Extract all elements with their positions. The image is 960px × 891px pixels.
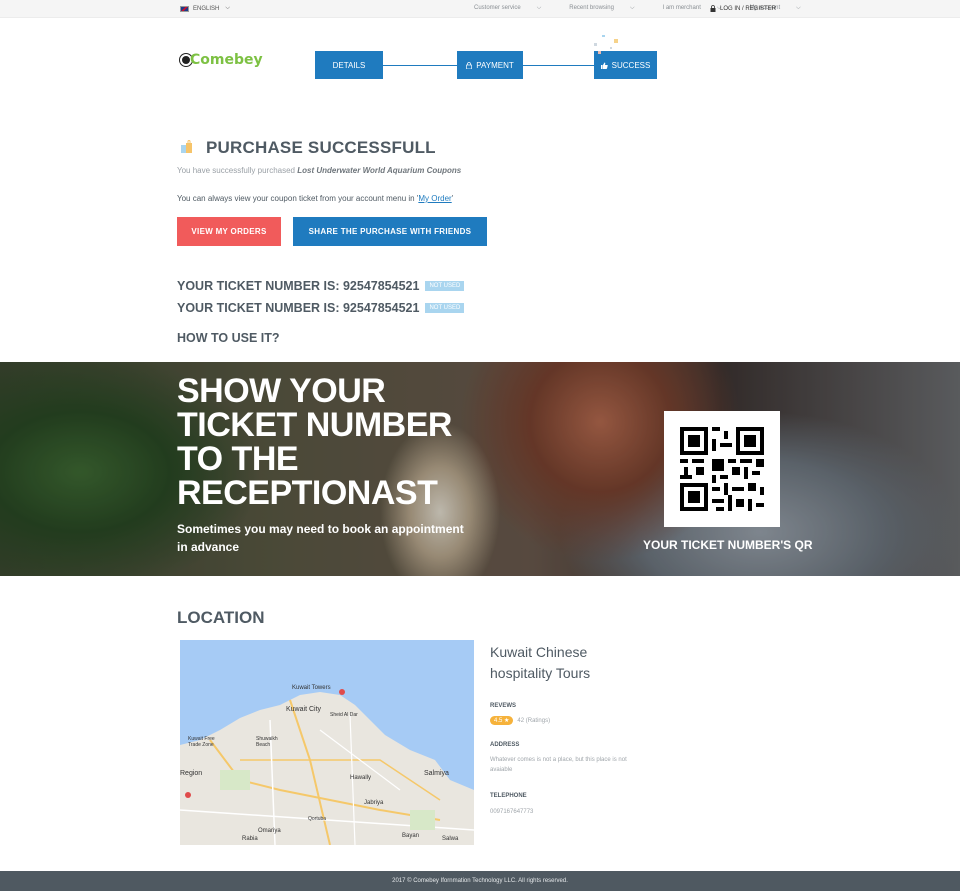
step-details: DETAILS: [315, 51, 383, 79]
copyright-text: 2017 © Comebey Ifornmation Technology LL…: [392, 878, 568, 884]
hero-subtitle: Sometimes you may need to book an appoin…: [177, 522, 464, 554]
map-label: Region: [180, 770, 203, 777]
map-label: Salwa: [442, 836, 459, 842]
comebey-logo[interactable]: Comebey: [180, 52, 263, 68]
language-selector[interactable]: ENGLISH ⌵: [180, 5, 230, 12]
view-my-orders-button[interactable]: VIEW MY ORDERS: [177, 217, 281, 246]
place-name: Kuwait Chinese hospitality Tours: [490, 644, 591, 681]
ticket-row: YOUR TICKET NUMBER IS: 92547854521 NOT U…: [177, 301, 465, 315]
location-map[interactable]: Kuwait Towers Kuwait City Shuwaikh Beach…: [180, 640, 474, 845]
qr-label: YOUR TICKET NUMBER'S QR: [643, 538, 813, 552]
product-name: Lost Underwater World Aquarium Coupons: [297, 166, 462, 175]
map-label: Kuwait City: [286, 706, 322, 713]
top-bar: ENGLISH ⌵ Customer service ⌵ Recent brows…: [0, 0, 960, 18]
shopping-bags-icon: [181, 140, 192, 153]
telephone-label: TELEPHONE: [490, 793, 527, 799]
ticket-row: YOUR TICKET NUMBER IS: 92547854521 NOT U…: [177, 279, 465, 293]
chevron-down-icon: ⌵: [796, 5, 801, 11]
telephone-value: 0097167647773: [490, 809, 534, 815]
address-label: ADDRESS: [490, 742, 520, 748]
menu-customer-service[interactable]: Customer service ⌵: [474, 5, 555, 12]
thumbs-up-icon: [600, 62, 608, 69]
menu-recent-browsing[interactable]: Recent browsing ⌵: [569, 5, 648, 12]
uk-flag-icon: [180, 5, 189, 12]
map-label: Shuwaikh Beach: [256, 736, 278, 748]
my-order-link[interactable]: My Order: [418, 194, 451, 203]
map-label: Salmiya: [424, 770, 449, 777]
map-label: Bayan: [402, 833, 420, 839]
account-note: You can always view your coupon ticket f…: [177, 194, 454, 203]
map-label: Qortuba: [308, 816, 327, 822]
status-badge: NOT USED: [425, 281, 465, 291]
ticket-number: YOUR TICKET NUMBER IS: 92547854521: [177, 301, 420, 315]
purchase-subtitle: You have successfully purchased Lost Und…: [177, 166, 462, 175]
language-label: ENGLISH: [193, 5, 220, 12]
map-label: Rabia: [242, 836, 258, 842]
rating-count: 42 (Ratings): [517, 717, 551, 724]
map-label: Hawally: [350, 775, 372, 781]
confetti-decoration: [594, 35, 618, 54]
map-label: Sheid Al Dar: [330, 712, 358, 718]
step-payment: PAYMENT: [457, 51, 523, 79]
address-value: Whatever comes is not a place, but this …: [490, 757, 627, 773]
step-connector: [383, 65, 457, 66]
qr-code: [664, 411, 780, 527]
rating: 4.5 ★ 42 (Ratings): [490, 716, 550, 725]
step-connector: [523, 65, 594, 66]
ticket-number: YOUR TICKET NUMBER IS: 92547854521: [177, 279, 420, 293]
hero-overlay: [0, 362, 960, 576]
location-heading: LOCATION: [177, 608, 265, 627]
qr-code-image: [680, 427, 764, 511]
chevron-down-icon: ⌵: [629, 5, 635, 11]
chevron-down-icon: ⌵: [536, 5, 542, 11]
hero-banner: SHOW YOUR TICKET NUMBER TO THE RECEPTION…: [0, 362, 960, 576]
login-register-link[interactable]: LOG IN / REGISTER: [710, 5, 776, 12]
map-label: Jabriya: [364, 800, 384, 806]
page-title: PURCHASE SUCCESSFULL: [206, 138, 436, 157]
map-label: Omariya: [258, 828, 281, 834]
lock-icon: [710, 5, 716, 12]
how-to-use-heading: HOW TO USE IT?: [177, 331, 280, 345]
chevron-down-icon: ⌵: [225, 5, 230, 11]
footer: 2017 © Comebey Ifornmation Technology LL…: [0, 871, 960, 891]
reviews-label: REVEWS: [490, 703, 517, 709]
map-label: Kuwait Towers: [292, 685, 331, 691]
rating-score: 4.5 ★: [490, 716, 514, 725]
map-label: Kuwait Free Trade Zone: [188, 736, 215, 748]
share-purchase-button[interactable]: SHARE THE PURCHASE WITH FRIENDS: [293, 217, 487, 246]
hero-title: SHOW YOUR TICKET NUMBER TO THE RECEPTION…: [177, 372, 452, 512]
status-badge: NOT USED: [425, 303, 465, 313]
lock-icon: [466, 61, 473, 69]
